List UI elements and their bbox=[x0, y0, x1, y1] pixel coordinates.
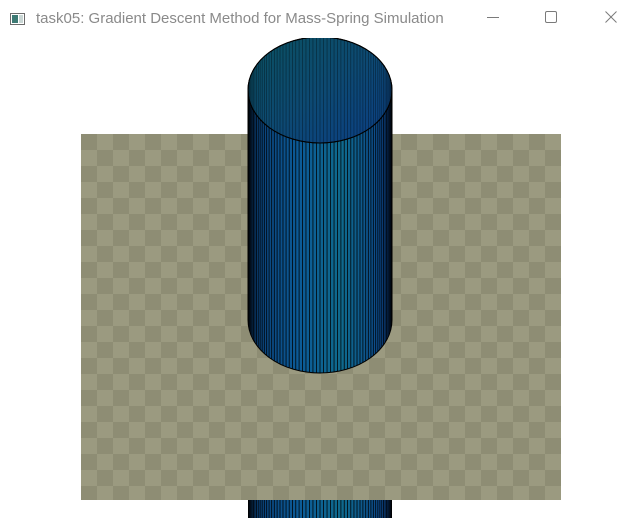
minimize-icon bbox=[487, 10, 499, 28]
app-icon bbox=[10, 12, 25, 25]
maximize-icon bbox=[545, 10, 557, 28]
maximize-button[interactable] bbox=[522, 0, 580, 38]
window-title: task05: Gradient Descent Method for Mass… bbox=[36, 10, 444, 27]
upper-cylinder bbox=[247, 38, 393, 374]
title-bar[interactable]: task05: Gradient Descent Method for Mass… bbox=[0, 0, 642, 38]
close-icon bbox=[605, 10, 617, 28]
simulation-scene bbox=[81, 38, 561, 518]
opengl-viewport[interactable] bbox=[0, 38, 642, 518]
app-window: task05: Gradient Descent Method for Mass… bbox=[0, 0, 642, 518]
minimize-button[interactable] bbox=[464, 0, 522, 38]
close-button[interactable] bbox=[582, 0, 640, 38]
lower-cylinder bbox=[248, 500, 392, 518]
